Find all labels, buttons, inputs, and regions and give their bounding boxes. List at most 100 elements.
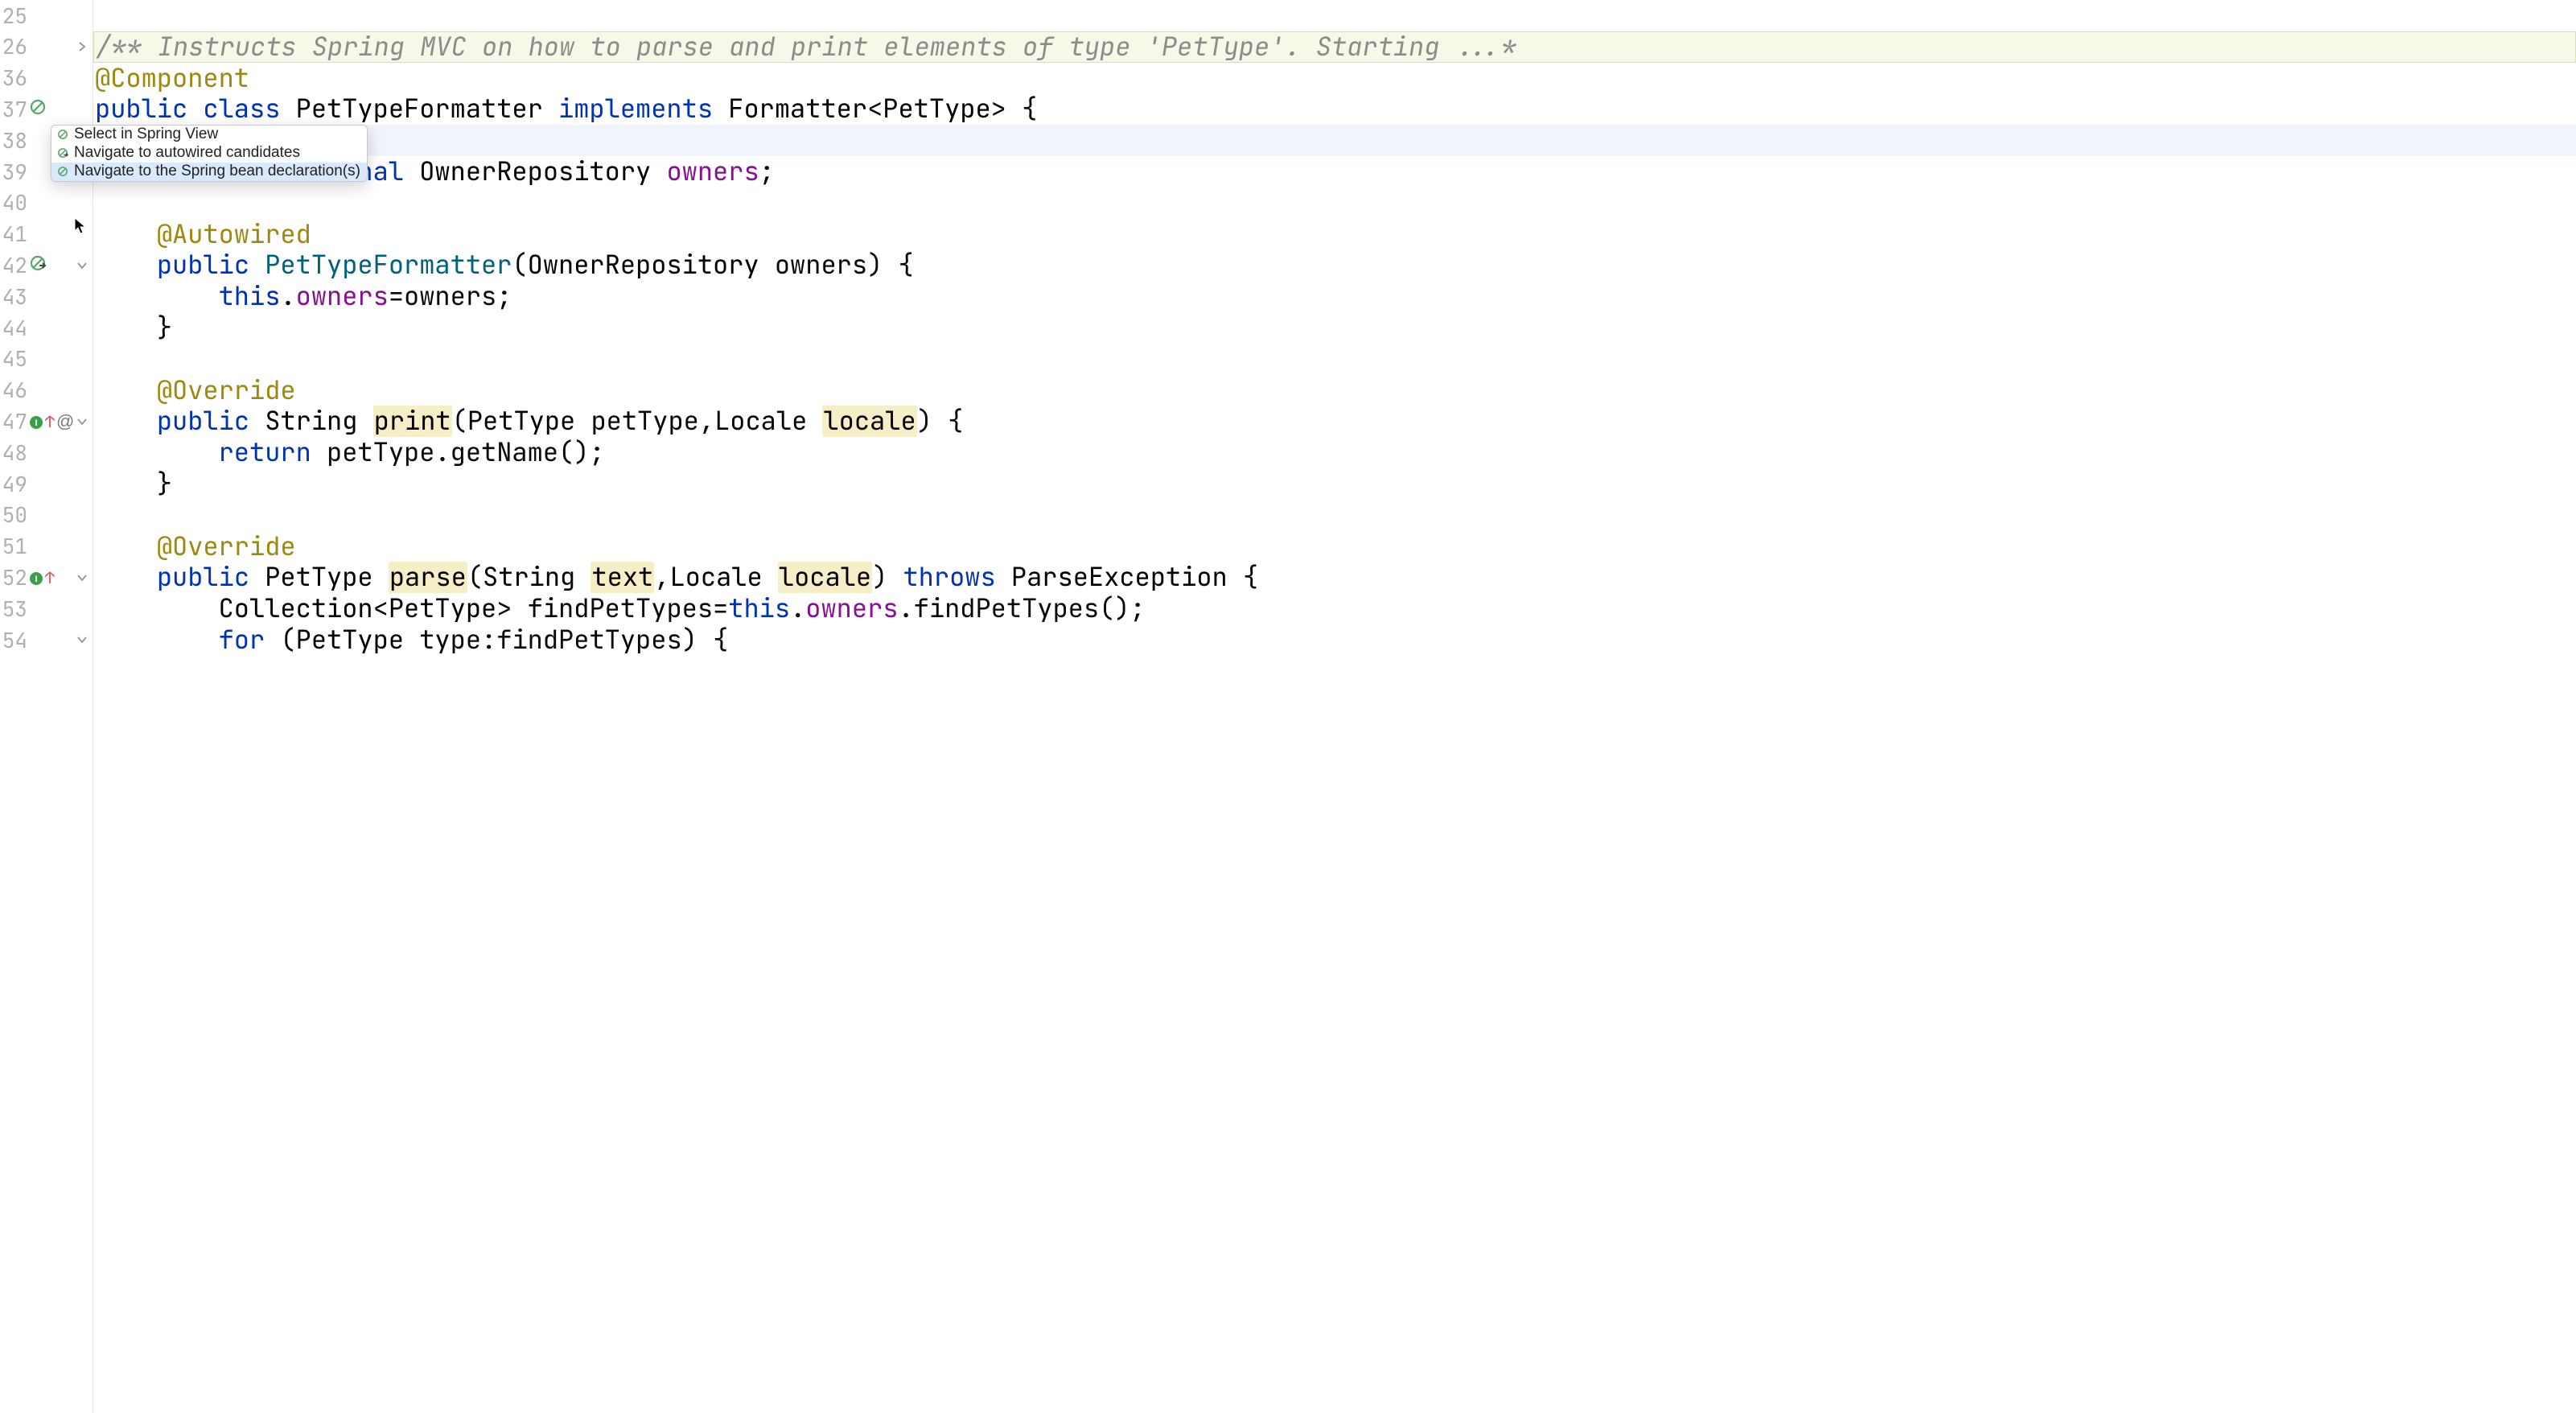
code-line[interactable]: public String print(PetType petType, Loc…: [93, 406, 2576, 437]
rparen: ): [682, 624, 697, 656]
popup-menu-item[interactable]: Navigate to the Spring bean declaration(…: [51, 163, 367, 181]
param-text: text: [591, 562, 654, 593]
code-line[interactable]: }: [93, 468, 2576, 500]
annotation-gutter-icon[interactable]: @: [56, 413, 74, 430]
type-string: String: [483, 562, 575, 593]
code-line[interactable]: }: [93, 312, 2576, 344]
code-line[interactable]: public class PetTypeFormatter implements…: [93, 93, 2576, 125]
line-number: 45: [0, 346, 27, 371]
line-number: 37: [0, 97, 27, 122]
gutter-row: 50: [0, 500, 93, 531]
gutter-icons: [29, 93, 48, 125]
gutter-row: 48: [0, 437, 93, 468]
field-owners: owners: [805, 593, 898, 624]
code-line[interactable]: return petType.getName();: [93, 437, 2576, 468]
fold-collapse-icon[interactable]: [75, 414, 89, 429]
method-findpettypes: findPetTypes: [914, 593, 1099, 624]
fold-expand-icon[interactable]: [75, 39, 89, 54]
keyword-class: class: [203, 93, 280, 125]
fold-collapse-icon[interactable]: [75, 258, 89, 273]
svg-text:I: I: [35, 418, 37, 428]
code-line[interactable]: public PetType parse(String text, Locale…: [93, 562, 2576, 593]
var-pettype: petType: [327, 437, 434, 468]
type-pettype: PetType: [296, 624, 404, 656]
code-line[interactable]: @Override: [93, 531, 2576, 562]
gutter-icons: I ↑@: [29, 406, 74, 437]
spring-bean-icon: [56, 129, 69, 142]
code-line[interactable]: Collection<PetType> findPetTypes = this.…: [93, 593, 2576, 624]
type-locale: Locale: [714, 406, 807, 437]
code-line[interactable]: public PetTypeFormatter(OwnerRepository …: [93, 249, 2576, 281]
popup-menu-item[interactable]: Navigate to autowired candidates: [51, 144, 367, 163]
keyword-this: this: [219, 281, 281, 312]
method-print: print: [373, 406, 452, 437]
code-line-current[interactable]: [93, 125, 2576, 156]
popup-menu-label: Select in Spring View: [74, 126, 218, 144]
doc-comment-line[interactable]: /** Instructs Spring MVC on how to parse…: [93, 31, 2576, 63]
gutter-row: 43: [0, 281, 93, 312]
method-getname: getName: [451, 437, 558, 468]
dot: .: [790, 593, 805, 624]
line-number: 51: [0, 533, 27, 558]
rparen: ): [867, 249, 883, 281]
line-number: 41: [0, 221, 27, 246]
type-pettype: PetType: [467, 406, 575, 437]
dot: .: [898, 593, 913, 624]
param-locale: locale: [822, 406, 916, 437]
code-line[interactable]: for (PetType type : findPetTypes) {: [93, 624, 2576, 656]
annotation: @Component: [95, 63, 249, 94]
keyword-public: public: [95, 93, 187, 125]
code-editor: 25263637 3839404142 4344454647I↑@4849505…: [0, 0, 2576, 1413]
gutter-row: 26: [0, 31, 93, 63]
gutter-row: 53: [0, 593, 93, 624]
gutter-row: 41: [0, 219, 93, 250]
spring-bean-icon[interactable]: [29, 93, 48, 125]
line-number: 42: [0, 253, 27, 278]
keyword-this: this: [728, 593, 790, 624]
param-pettype: petType: [591, 406, 698, 437]
rbrace: }: [157, 312, 172, 344]
code-line[interactable]: [93, 500, 2576, 531]
gutter-row: 54: [0, 624, 93, 656]
line-number: 43: [0, 284, 27, 309]
code-line[interactable]: [93, 187, 2576, 219]
dot: .: [280, 281, 295, 312]
lparen: (: [452, 406, 467, 437]
code-line[interactable]: [93, 0, 2576, 31]
implements-icon[interactable]: I: [29, 406, 43, 437]
gutter-row: 45: [0, 344, 93, 375]
implements-icon[interactable]: I: [29, 562, 43, 593]
fold-collapse-icon[interactable]: [75, 632, 89, 647]
code-line[interactable]: @Override: [93, 375, 2576, 406]
type-pettype: PetType: [389, 593, 496, 624]
code-line[interactable]: @Component: [93, 63, 2576, 94]
code-line[interactable]: @Autowired: [93, 219, 2576, 250]
lparen: (: [512, 249, 527, 281]
line-number: 38: [0, 128, 27, 153]
spring-bean-nav-icon[interactable]: [29, 249, 48, 281]
gt: >: [496, 593, 512, 624]
type-owner-repo: OwnerRepository: [528, 249, 759, 281]
line-number: 53: [0, 596, 27, 621]
line-number: 46: [0, 377, 27, 402]
fold-collapse-icon[interactable]: [75, 571, 89, 585]
parens: (): [1099, 593, 1130, 624]
code-line[interactable]: [93, 344, 2576, 375]
gutter-row: 37: [0, 93, 93, 125]
popup-menu-item[interactable]: Select in Spring View: [51, 126, 367, 144]
type-string: String: [265, 406, 357, 437]
type-pettype: PetType: [265, 562, 372, 593]
override-up-icon[interactable]: ↑: [45, 414, 55, 430]
lbrace: {: [713, 624, 728, 656]
code-line[interactable]: this.owners = owners;: [93, 281, 2576, 312]
gt: >: [991, 93, 1006, 125]
equals: =: [713, 593, 728, 624]
code-area[interactable]: /** Instructs Spring MVC on how to parse…: [93, 0, 2576, 1413]
line-number: 48: [0, 440, 27, 465]
colon: :: [481, 624, 496, 656]
code-line[interactable]: nal OwnerRepository owners;: [93, 156, 2576, 187]
type-pettype: PetType: [883, 93, 990, 125]
line-number: 36: [0, 65, 27, 90]
type-formatter: Formatter: [728, 93, 867, 125]
override-up-icon[interactable]: ↑: [45, 570, 55, 586]
